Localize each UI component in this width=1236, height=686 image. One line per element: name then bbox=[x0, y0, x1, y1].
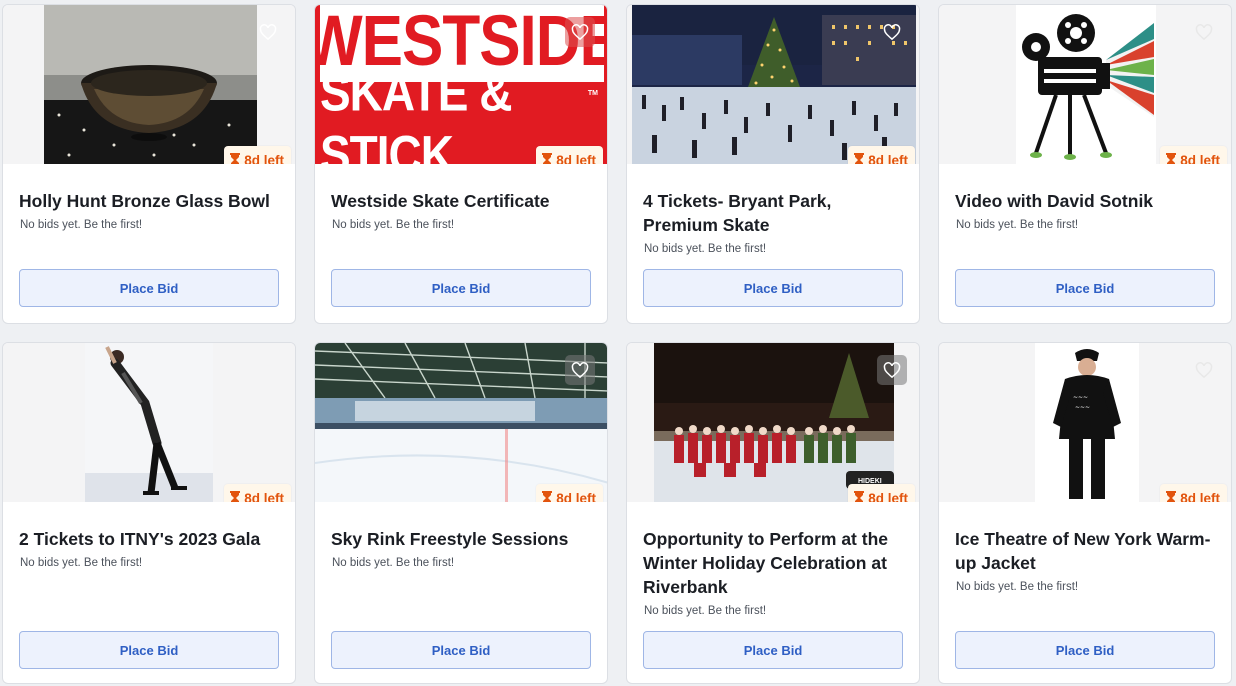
item-image-area[interactable]: HIDEKI 8d left bbox=[627, 343, 919, 502]
auction-item-card[interactable]: 8d left Holly Hunt Bronze Glass Bowl No … bbox=[2, 4, 296, 324]
hourglass-icon bbox=[854, 153, 865, 164]
bowl-photo bbox=[44, 5, 257, 164]
place-bid-button[interactable]: Place Bid bbox=[643, 631, 903, 669]
auction-item-card[interactable]: 8d left Sky Rink Freestyle Sessions No b… bbox=[314, 342, 608, 684]
svg-text:~~~: ~~~ bbox=[1075, 404, 1090, 411]
item-image-area[interactable]: ~~~ ~~~ 8d left bbox=[939, 343, 1231, 502]
time-left-text: 8d left bbox=[556, 152, 596, 165]
auction-item-card[interactable]: 8d left Video with David Sotnik No bids … bbox=[938, 4, 1232, 324]
time-left-badge: 8d left bbox=[1160, 484, 1227, 502]
hourglass-icon bbox=[230, 153, 241, 164]
item-title[interactable]: Westside Skate Certificate bbox=[315, 189, 607, 213]
item-title[interactable]: Ice Theatre of New York Warm-up Jacket bbox=[939, 527, 1231, 575]
hourglass-icon bbox=[230, 491, 241, 502]
bid-status: No bids yet. Be the first! bbox=[644, 605, 767, 617]
favorite-heart-icon[interactable] bbox=[565, 17, 595, 47]
hourglass-icon bbox=[1166, 153, 1177, 164]
bid-status: No bids yet. Be the first! bbox=[644, 243, 767, 255]
item-image-area[interactable]: 8d left bbox=[315, 343, 607, 502]
item-title[interactable]: 4 Tickets- Bryant Park, Premium Skate bbox=[627, 189, 919, 237]
time-left-badge: 8d left bbox=[536, 146, 603, 164]
place-bid-button[interactable]: Place Bid bbox=[643, 269, 903, 307]
item-image-area[interactable]: 8d left bbox=[3, 5, 295, 164]
auction-item-card[interactable]: WESTSIDE SKATE & STICK TM 8d left Westsi… bbox=[314, 4, 608, 324]
favorite-heart-icon[interactable] bbox=[877, 355, 907, 385]
place-bid-button[interactable]: Place Bid bbox=[331, 631, 591, 669]
time-left-text: 8d left bbox=[244, 490, 284, 503]
time-left-text: 8d left bbox=[556, 490, 596, 503]
westside-logo: WESTSIDE SKATE & STICK TM bbox=[315, 5, 607, 164]
time-left-text: 8d left bbox=[868, 152, 908, 165]
hourglass-icon bbox=[542, 491, 553, 502]
item-title[interactable]: Sky Rink Freestyle Sessions bbox=[315, 527, 607, 551]
time-left-text: 8d left bbox=[1180, 490, 1220, 503]
auction-item-card[interactable]: 8d left 2 Tickets to ITNY's 2023 Gala No… bbox=[2, 342, 296, 684]
item-title[interactable]: 2 Tickets to ITNY's 2023 Gala bbox=[3, 527, 295, 551]
figure-skater-photo bbox=[85, 343, 213, 502]
item-title[interactable]: Opportunity to Perform at the Winter Hol… bbox=[627, 527, 919, 599]
bid-status: No bids yet. Be the first! bbox=[332, 219, 455, 231]
bryant-park-rink-photo bbox=[632, 5, 916, 164]
bid-status: No bids yet. Be the first! bbox=[20, 557, 143, 569]
time-left-badge: 8d left bbox=[224, 484, 291, 502]
item-image-area[interactable]: 8d left bbox=[3, 343, 295, 502]
favorite-heart-icon[interactable] bbox=[877, 17, 907, 47]
place-bid-button[interactable]: Place Bid bbox=[331, 269, 591, 307]
item-image-area[interactable]: 8d left bbox=[627, 5, 919, 164]
bid-status: No bids yet. Be the first! bbox=[20, 219, 143, 231]
sky-rink-photo bbox=[315, 343, 607, 502]
auction-items-grid: 8d left Holly Hunt Bronze Glass Bowl No … bbox=[2, 4, 1232, 684]
time-left-badge: 8d left bbox=[224, 146, 291, 164]
time-left-badge: 8d left bbox=[1160, 146, 1227, 164]
item-title[interactable]: Holly Hunt Bronze Glass Bowl bbox=[3, 189, 295, 213]
warm-up-jacket-photo: ~~~ ~~~ bbox=[1035, 343, 1139, 502]
place-bid-button[interactable]: Place Bid bbox=[19, 269, 279, 307]
time-left-badge: 8d left bbox=[848, 484, 915, 502]
svg-text:~~~: ~~~ bbox=[1073, 394, 1088, 401]
item-image-area[interactable]: 8d left bbox=[939, 5, 1231, 164]
item-title[interactable]: Video with David Sotnik bbox=[939, 189, 1231, 213]
auction-item-card[interactable]: ~~~ ~~~ 8d left Ice Theatre of New York … bbox=[938, 342, 1232, 684]
group-performers-photo: HIDEKI bbox=[654, 343, 894, 502]
movie-camera-illustration bbox=[1016, 5, 1156, 164]
favorite-heart-icon[interactable] bbox=[1189, 355, 1219, 385]
favorite-heart-icon[interactable] bbox=[253, 17, 283, 47]
favorite-heart-icon[interactable] bbox=[565, 355, 595, 385]
time-left-badge: 8d left bbox=[848, 146, 915, 164]
hourglass-icon bbox=[542, 153, 553, 164]
place-bid-button[interactable]: Place Bid bbox=[955, 269, 1215, 307]
place-bid-button[interactable]: Place Bid bbox=[955, 631, 1215, 669]
hourglass-icon bbox=[854, 491, 865, 502]
auction-item-card[interactable]: HIDEKI 8d left Opportunity to Perform at… bbox=[626, 342, 920, 684]
time-left-text: 8d left bbox=[868, 490, 908, 503]
bid-status: No bids yet. Be the first! bbox=[332, 557, 455, 569]
hourglass-icon bbox=[1166, 491, 1177, 502]
item-image-area[interactable]: WESTSIDE SKATE & STICK TM 8d left bbox=[315, 5, 607, 164]
bid-status: No bids yet. Be the first! bbox=[956, 219, 1079, 231]
time-left-badge: 8d left bbox=[536, 484, 603, 502]
favorite-heart-icon[interactable] bbox=[1189, 17, 1219, 47]
time-left-text: 8d left bbox=[1180, 152, 1220, 165]
place-bid-button[interactable]: Place Bid bbox=[19, 631, 279, 669]
bid-status: No bids yet. Be the first! bbox=[956, 581, 1079, 593]
logo-trademark: TM bbox=[587, 90, 598, 97]
auction-item-card[interactable]: 8d left 4 Tickets- Bryant Park, Premium … bbox=[626, 4, 920, 324]
time-left-text: 8d left bbox=[244, 152, 284, 165]
